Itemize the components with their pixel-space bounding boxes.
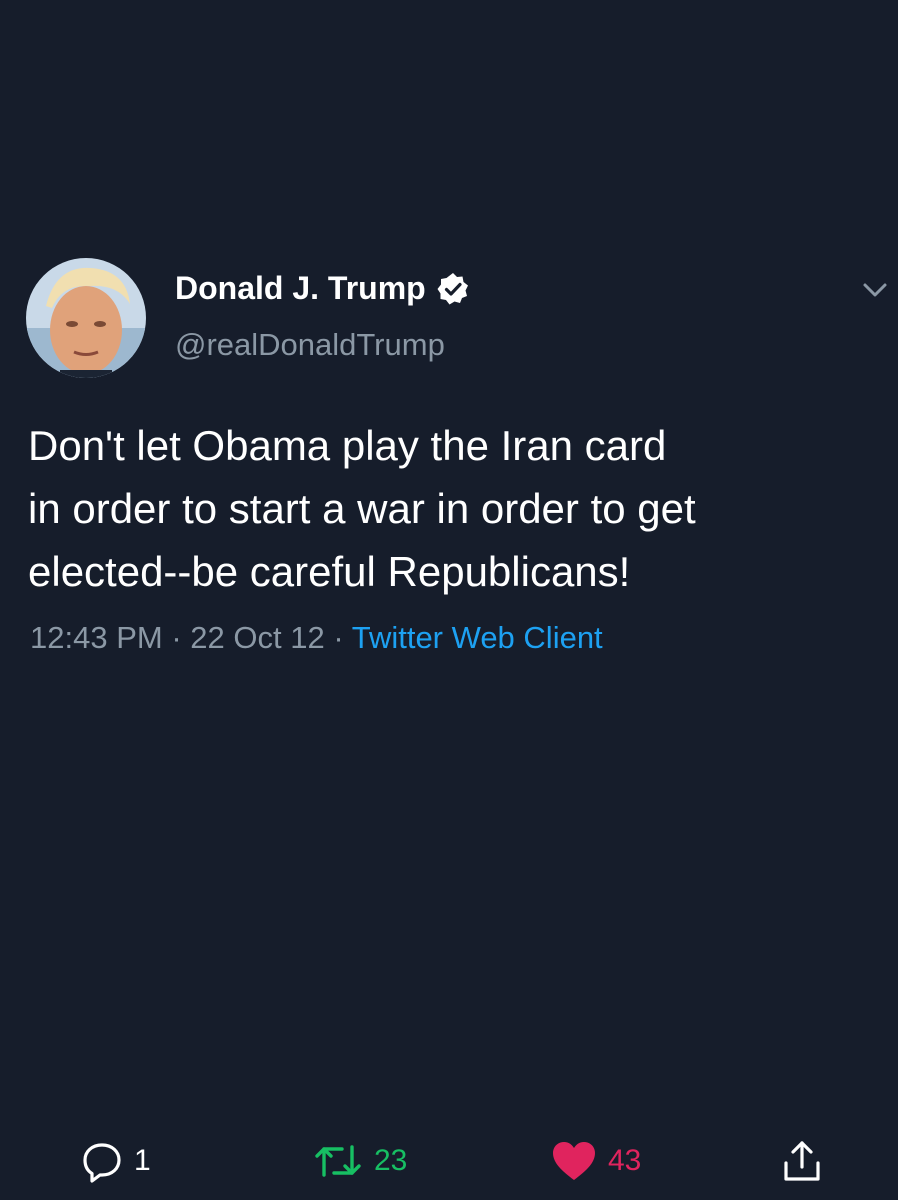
tweet-text: Don't let Obama play the Iran card in or…	[28, 414, 878, 603]
retweet-button[interactable]: 23	[312, 1135, 407, 1187]
like-count: 43	[608, 1144, 642, 1177]
tweet-text-line: elected--be careful Republicans!	[28, 548, 631, 595]
share-button[interactable]	[780, 1135, 824, 1187]
action-bar: 1 23 43	[0, 1135, 898, 1195]
tweet-text-line: Don't let Obama play the Iran card	[28, 422, 667, 469]
separator: ·	[171, 620, 182, 655]
share-icon	[780, 1139, 824, 1183]
tweet-metadata: 12:43 PM · 22 Oct 12 · Twitter Web Clien…	[30, 620, 603, 656]
user-handle[interactable]: @realDonaldTrump	[175, 327, 445, 363]
tweet-time: 12:43 PM	[30, 620, 163, 655]
verified-badge-icon	[436, 272, 470, 306]
tweet-date: 22 Oct 12	[190, 620, 325, 655]
retweet-icon	[312, 1139, 364, 1183]
tweet-detail: Donald J. Trump @realDonaldTrump Don't l…	[0, 0, 898, 1200]
like-button[interactable]: 43	[550, 1135, 641, 1187]
heart-icon	[550, 1139, 598, 1183]
retweet-count: 23	[374, 1144, 408, 1177]
display-name-text[interactable]: Donald J. Trump	[175, 270, 426, 307]
tweet-source-link[interactable]: Twitter Web Client	[352, 620, 603, 655]
display-name[interactable]: Donald J. Trump	[175, 270, 470, 307]
tweet-text-line: in order to start a war in order to get	[28, 485, 696, 532]
reply-icon	[80, 1139, 124, 1183]
reply-count: 1	[134, 1144, 151, 1177]
avatar[interactable]	[26, 258, 146, 378]
chevron-down-icon[interactable]	[860, 275, 890, 305]
separator: ·	[333, 620, 344, 655]
reply-button[interactable]: 1	[80, 1135, 151, 1187]
